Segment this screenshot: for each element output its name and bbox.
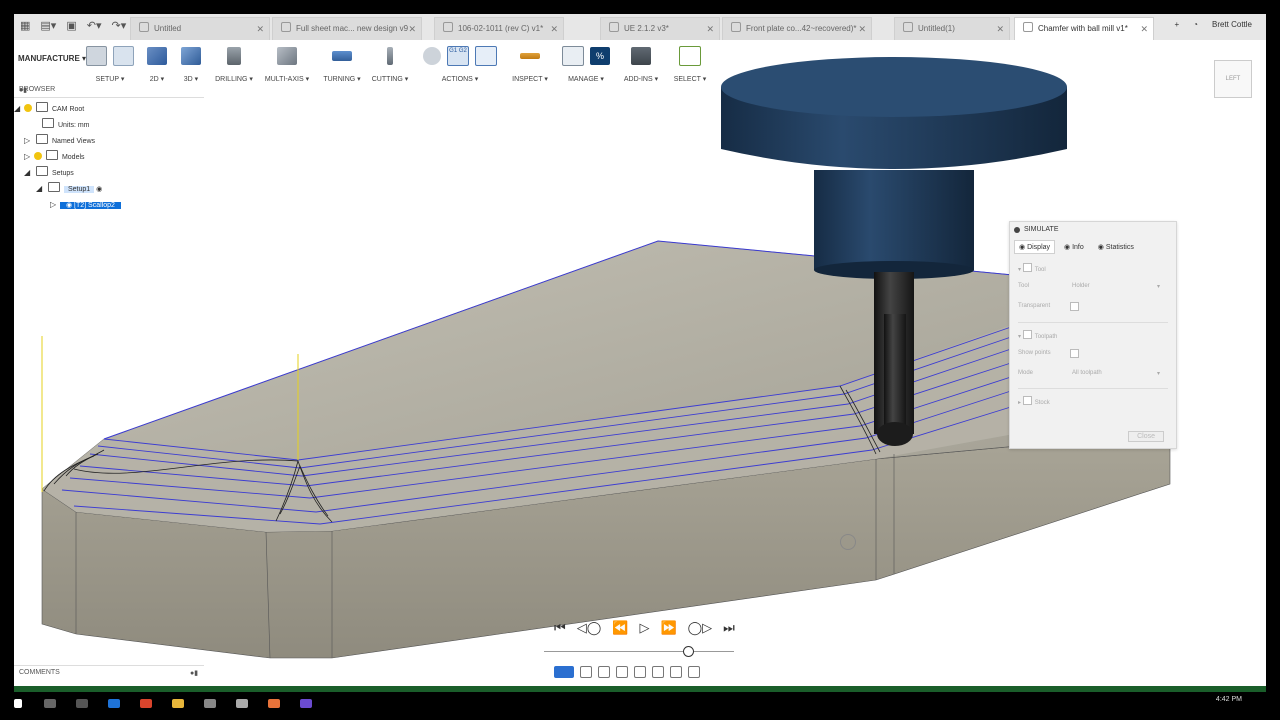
expand-icon[interactable]: ▷ bbox=[24, 134, 32, 148]
tree-node-models[interactable]: ▷ Models bbox=[24, 150, 85, 164]
browser-panel-header[interactable]: BROWSER ●▮ bbox=[14, 84, 204, 98]
collapse-icon[interactable]: ◢ bbox=[14, 102, 22, 116]
tool-select[interactable]: Holder ▾ bbox=[1072, 283, 1160, 290]
app-icon[interactable] bbox=[236, 699, 248, 708]
select-mode-icon[interactable] bbox=[554, 666, 574, 678]
transparent-row: Transparent bbox=[1018, 303, 1051, 309]
divider bbox=[1018, 322, 1168, 323]
pan-icon[interactable] bbox=[598, 666, 610, 678]
stock-section-header[interactable]: ▸ Stock bbox=[1018, 396, 1050, 406]
simulate-tabs: ◉ Display ◉ Info ◉ Statistics bbox=[1014, 240, 1139, 254]
simulation-timeline[interactable] bbox=[544, 651, 734, 652]
system-clock[interactable]: 4:42 PM bbox=[1216, 696, 1242, 703]
simulate-title: SIMULATE bbox=[1014, 226, 1059, 233]
step-forward-icon[interactable]: ⏩ bbox=[660, 620, 676, 636]
collapse-icon[interactable]: ◢ bbox=[24, 166, 32, 180]
tab-statistics[interactable]: ◉ Statistics bbox=[1093, 240, 1139, 254]
view-cube[interactable]: LEFT bbox=[1214, 60, 1252, 98]
toolpath-section-header[interactable]: ▾ Toolpath bbox=[1018, 330, 1057, 340]
chevron-down-icon: ▾ bbox=[1156, 284, 1160, 290]
playback-controls: ⏮ ◁◯ ⏪ ▷ ⏩ ◯▷ ⏭ bbox=[554, 620, 735, 636]
tool-section-header[interactable]: ▾ Tool bbox=[1018, 263, 1046, 273]
grid-icon[interactable] bbox=[670, 666, 682, 678]
show-points-row: Show points bbox=[1018, 350, 1051, 356]
folder-icon bbox=[45, 150, 58, 160]
go-to-end-icon[interactable]: ⏭ bbox=[723, 620, 735, 636]
comments-panel[interactable]: COMMENTS ●▮ bbox=[14, 665, 204, 680]
mode-select[interactable]: All toolpath ▾ bbox=[1072, 370, 1160, 377]
simulate-panel: SIMULATE ◉ Display ◉ Info ◉ Statistics ▾… bbox=[1009, 221, 1177, 449]
tab-info[interactable]: ◉ Info bbox=[1059, 240, 1089, 254]
visibility-bulb-icon[interactable] bbox=[33, 152, 42, 160]
step-back-icon[interactable]: ⏪ bbox=[612, 620, 628, 636]
task-view-icon[interactable] bbox=[76, 699, 88, 708]
mode-row: Mode bbox=[1018, 370, 1034, 376]
tab-display[interactable]: ◉ Display bbox=[1014, 240, 1056, 254]
previous-operation-icon[interactable]: ◁◯ bbox=[577, 620, 602, 636]
tree-node-setup1[interactable]: ◢ Setup1 ◉ bbox=[36, 182, 102, 196]
collapse-icon[interactable]: ◢ bbox=[36, 182, 44, 196]
operation-label: ◉ [T2] Scallop2 bbox=[59, 202, 121, 209]
expand-icon[interactable]: ▷ bbox=[50, 198, 58, 212]
app-icon[interactable] bbox=[300, 699, 312, 708]
os-taskbar: 4:42 PM bbox=[0, 686, 1280, 720]
display-settings-icon[interactable] bbox=[652, 666, 664, 678]
folder-icon bbox=[36, 134, 48, 144]
stock-checkbox[interactable] bbox=[1022, 396, 1032, 405]
status-strip bbox=[14, 686, 1266, 692]
document-icon bbox=[42, 118, 54, 128]
play-icon[interactable]: ▷ bbox=[639, 620, 649, 636]
orbit-icon[interactable] bbox=[580, 666, 592, 678]
transparent-checkbox[interactable] bbox=[1070, 302, 1082, 312]
store-icon[interactable] bbox=[204, 699, 216, 708]
close-button[interactable]: Close bbox=[1128, 431, 1164, 442]
navigation-bar bbox=[554, 666, 700, 678]
tool-row: Tool bbox=[1018, 283, 1030, 289]
tool-checkbox[interactable] bbox=[1022, 263, 1032, 272]
comments-title: COMMENTS bbox=[19, 669, 60, 676]
tree-node-cam-root[interactable]: ◢ CAM Root bbox=[14, 102, 84, 116]
fit-icon[interactable] bbox=[634, 666, 646, 678]
start-icon[interactable] bbox=[14, 699, 22, 708]
next-operation-icon[interactable]: ◯▷ bbox=[688, 620, 713, 636]
go-to-start-icon[interactable]: ⏮ bbox=[554, 620, 566, 636]
visibility-bulb-icon[interactable] bbox=[23, 104, 32, 112]
cursor-orbit-icon bbox=[840, 534, 856, 550]
ball-end-mill[interactable] bbox=[874, 272, 914, 446]
tree-node-named-views[interactable]: ▷ Named Views bbox=[24, 134, 95, 148]
pin-icon[interactable]: ●▮ bbox=[190, 669, 198, 677]
app-window: ▦ ▤▾ ▣ ↶▾ ↷▾ Untitled ✕ Full sheet mac...… bbox=[14, 14, 1266, 686]
activate-icon[interactable]: ◉ bbox=[96, 186, 102, 193]
search-icon[interactable] bbox=[44, 699, 56, 708]
viewports-icon[interactable] bbox=[688, 666, 700, 678]
zoom-icon[interactable] bbox=[616, 666, 628, 678]
toolpath-checkbox[interactable] bbox=[1022, 330, 1032, 339]
explorer-icon[interactable] bbox=[172, 699, 184, 708]
divider bbox=[1018, 388, 1168, 389]
show-points-checkbox[interactable] bbox=[1070, 349, 1082, 359]
pin-icon[interactable]: ●▮ bbox=[19, 86, 200, 94]
document-icon bbox=[35, 102, 48, 112]
tree-node-units[interactable]: Units: mm bbox=[38, 118, 90, 132]
tree-node-scallop2[interactable]: ▷ ◉ [T2] Scallop2 bbox=[50, 198, 121, 212]
fusion-icon[interactable] bbox=[268, 699, 280, 708]
chrome-icon[interactable] bbox=[140, 699, 152, 708]
expand-icon[interactable]: ▷ bbox=[24, 150, 32, 164]
timeline-handle[interactable] bbox=[683, 646, 694, 657]
folder-icon bbox=[36, 166, 48, 176]
setup-icon bbox=[48, 182, 60, 192]
edge-icon[interactable] bbox=[108, 699, 120, 708]
chevron-down-icon: ▾ bbox=[1156, 371, 1160, 377]
tree-node-setups[interactable]: ◢ Setups bbox=[24, 166, 74, 180]
watermark-logo: [ag] bbox=[1190, 654, 1223, 674]
